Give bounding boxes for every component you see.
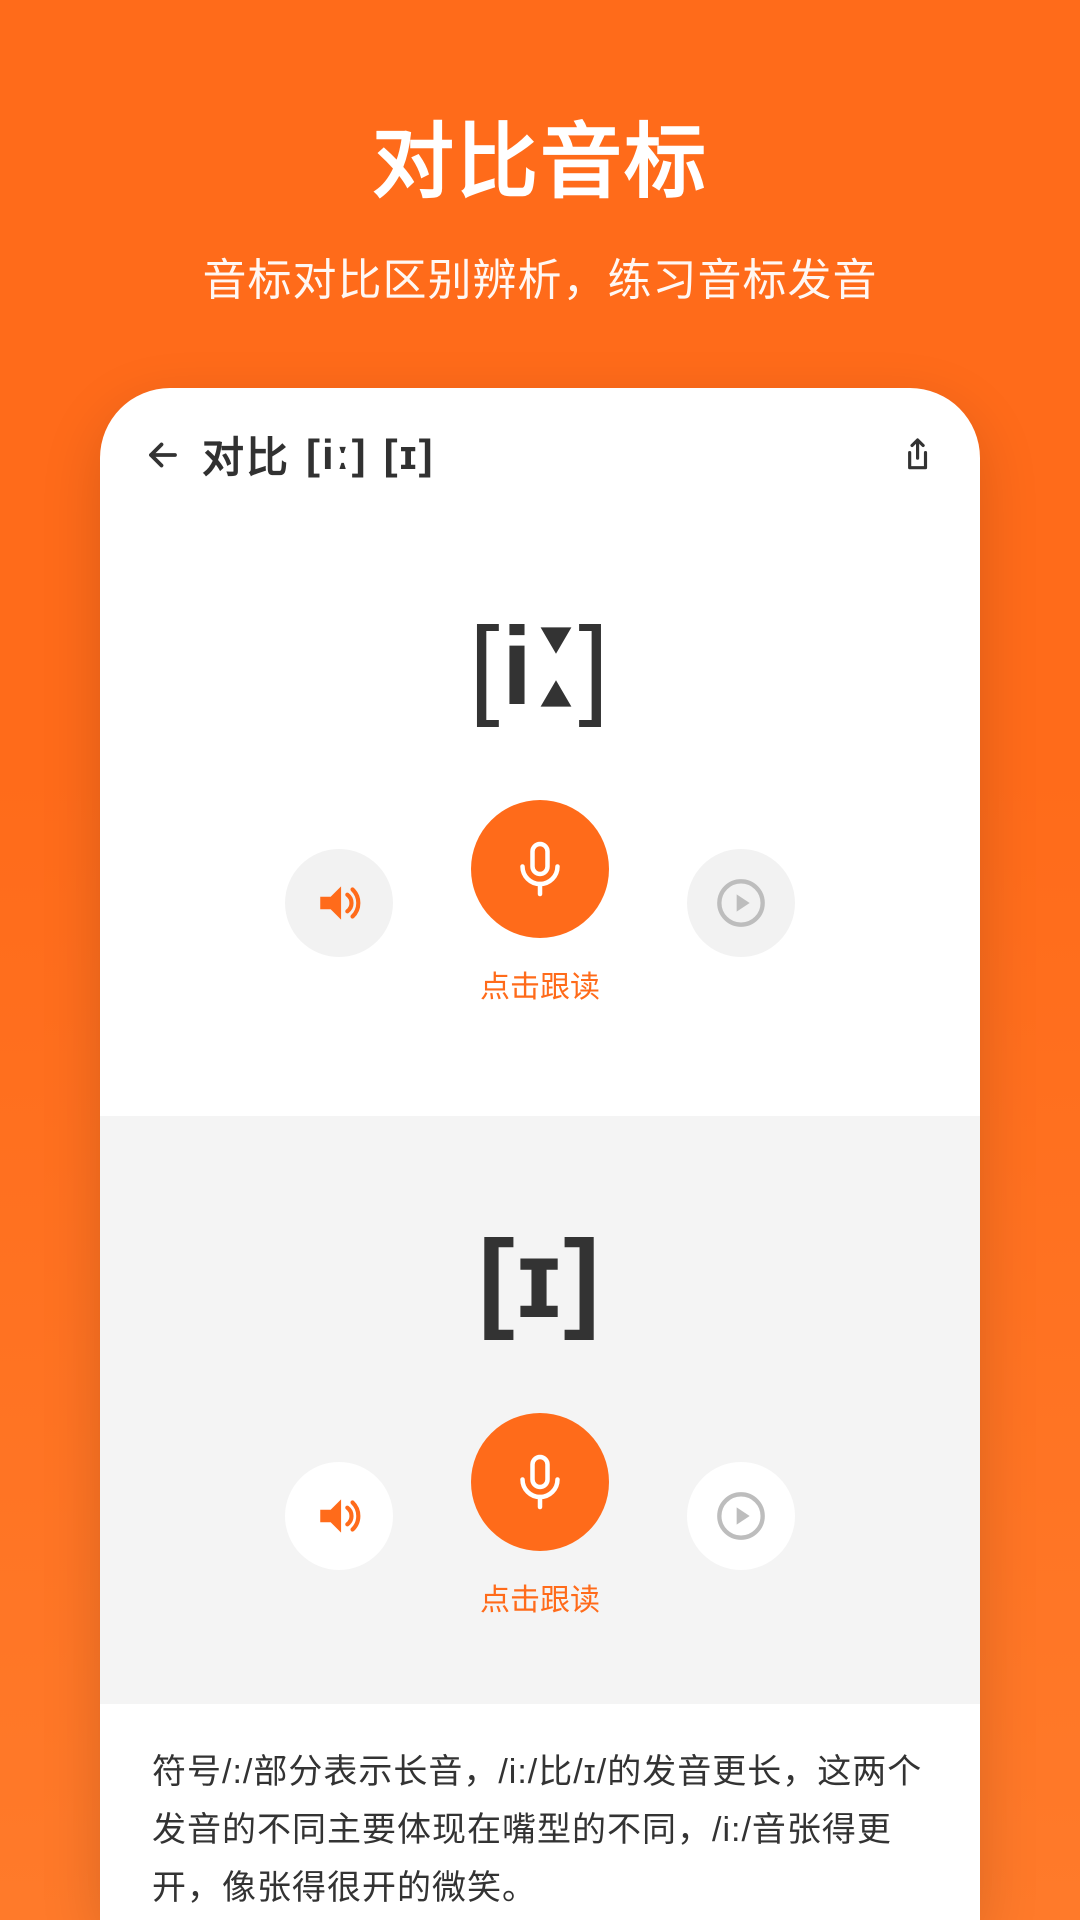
speaker-button-1[interactable] bbox=[285, 849, 393, 957]
phone-content: 对比 [iː] [ɪ] [i] bbox=[100, 388, 980, 1920]
app-bar-title: 对比 [iː] [ɪ] bbox=[202, 424, 876, 485]
title-symbol-2: [ɪ] bbox=[384, 431, 435, 479]
hero-title: 对比音标 bbox=[372, 95, 708, 214]
explanation-text: 符号/:/部分表示长音，/i:/比/ɪ/的发音更长，这两个发音的不同主要体现在嘴… bbox=[100, 1704, 980, 1917]
hero-subtitle: 音标对比区别辨析，练习音标发音 bbox=[203, 244, 878, 308]
title-symbol-1: [iː] bbox=[306, 431, 368, 479]
speaker-icon bbox=[314, 1491, 364, 1541]
phonetic-symbol-2: [ɪ] bbox=[478, 1216, 602, 1343]
mic-icon bbox=[510, 839, 570, 899]
length-mark-icon bbox=[534, 622, 578, 712]
title-prefix: 对比 bbox=[202, 424, 290, 485]
phone-frame: 对比 [iː] [ɪ] [i] bbox=[100, 388, 980, 1920]
speaker-icon bbox=[314, 878, 364, 928]
app-bar: 对比 [iː] [ɪ] bbox=[100, 388, 980, 513]
phonetic-card-2: [ɪ] bbox=[100, 1116, 980, 1704]
back-arrow-icon bbox=[145, 437, 181, 473]
mic-label-2: 点击跟读 bbox=[480, 1575, 600, 1619]
play-icon bbox=[715, 1490, 767, 1542]
play-button-2[interactable] bbox=[687, 1462, 795, 1570]
controls-row-2: 点击跟读 bbox=[285, 1413, 795, 1619]
controls-row-1: 点击跟读 bbox=[285, 800, 795, 1006]
mic-button-2[interactable] bbox=[471, 1413, 609, 1551]
phonetic-symbol-1: [i] bbox=[469, 603, 611, 730]
mic-label-1: 点击跟读 bbox=[480, 962, 600, 1006]
share-icon bbox=[897, 436, 935, 474]
phonetic-card-1: [i] bbox=[100, 513, 980, 1116]
share-button[interactable] bbox=[896, 435, 936, 475]
mic-icon bbox=[510, 1452, 570, 1512]
play-button-1[interactable] bbox=[687, 849, 795, 957]
play-icon bbox=[715, 877, 767, 929]
mic-button-1[interactable] bbox=[471, 800, 609, 938]
back-button[interactable] bbox=[144, 436, 182, 474]
speaker-button-2[interactable] bbox=[285, 1462, 393, 1570]
